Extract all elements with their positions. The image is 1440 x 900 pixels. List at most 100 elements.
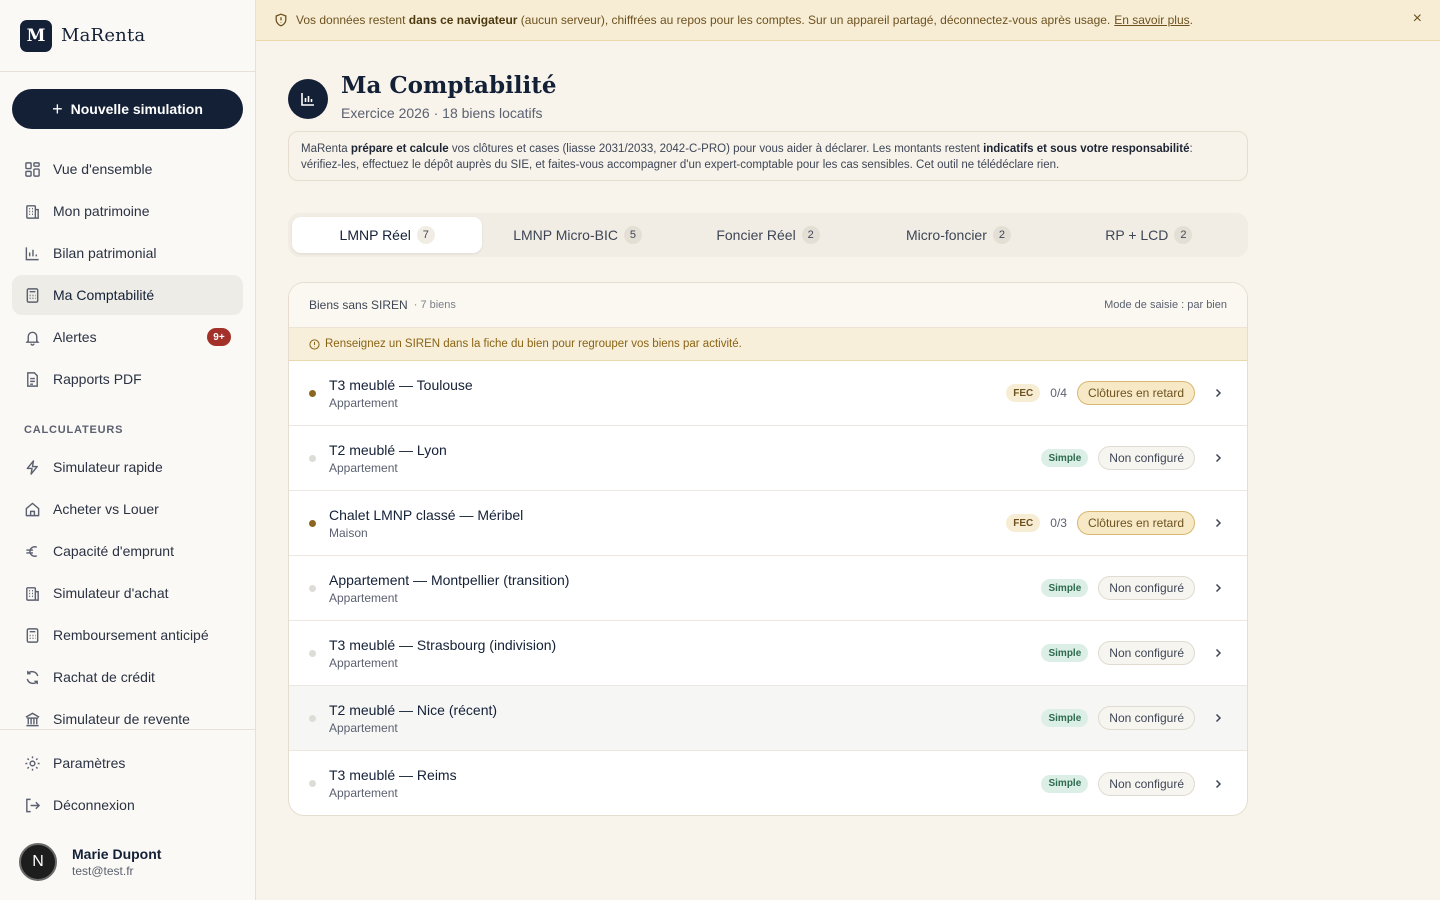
sidebar-item-label: Simulateur de revente [53,711,190,727]
close-icon[interactable]: × [1413,10,1422,28]
closing-progress: 0/3 [1050,516,1067,530]
sidebar-item-comptabilite[interactable]: Ma Comptabilité [12,275,243,315]
property-row[interactable]: Appartement — Montpellier (transition) Ap… [289,556,1247,621]
status-badge: Non configuré [1098,641,1195,665]
property-meta: Simple Non configuré [1041,641,1227,665]
sidebar-item-rapports[interactable]: Rapports PDF [12,359,243,399]
sidebar-item-bilan[interactable]: Bilan patrimonial [12,233,243,273]
status-badge: Clôtures en retard [1076,381,1195,405]
sidebar-item-parametres[interactable]: Paramètres [12,743,244,783]
tab-lmnp-micro-bic[interactable]: LMNP Micro-BIC 5 [482,217,672,253]
banner-text-bold: dans ce navigateur [408,13,518,27]
logout-icon [24,797,41,814]
status-dot [309,454,316,462]
closing-progress: 0/4 [1050,386,1067,400]
sidebar-item-simulateur-rapide[interactable]: Simulateur rapide [12,447,243,487]
property-row[interactable]: T2 meublé — Lyon Appartement Simple Non con… [289,426,1247,491]
learn-more-link[interactable]: En savoir plus [1114,13,1189,27]
property-row[interactable]: T3 meublé — Reims Appartement Simple Non co… [289,751,1247,815]
alerts-count-badge: 9+ [207,328,231,346]
mode-badge: Simple [1041,644,1089,662]
plus-icon: + [52,99,63,119]
property-type: Appartement [329,460,398,475]
building-icon [24,585,41,602]
tab-micro-foncier[interactable]: Micro-foncier 2 [863,217,1053,253]
chevron-right-icon[interactable] [1209,709,1227,727]
sidebar-item-rachat-credit[interactable]: Rachat de crédit [12,657,243,697]
calculators-nav: Simulateur rapide Acheter vs Louer Capac… [12,447,243,729]
calculators-section-label: CALCULATEURS [24,424,124,436]
sidebar-item-acheter-louer[interactable]: Acheter vs Louer [12,489,243,529]
sidebar-item-label: Simulateur rapide [53,459,163,475]
disclaimer-text-1: MaRenta [301,143,351,155]
gear-icon [24,755,41,772]
calculator-icon [24,287,41,304]
mode-badge: Simple [1041,774,1089,793]
new-simulation-button[interactable]: + Nouvelle simulation [12,89,243,129]
status-dot [309,714,316,722]
chevron-right-icon[interactable] [1209,514,1227,532]
document-icon [24,371,41,388]
sidebar-item-label: Acheter vs Louer [53,501,159,517]
new-simulation-label: Nouvelle simulation [70,101,203,117]
group-count: · 7 biens [413,299,456,311]
user-info: Marie Dupont test@test.fr [72,846,161,878]
property-info: T3 meublé — Toulouse Appartement [329,377,1006,410]
property-title: T2 meublé — Lyon [329,441,447,458]
user-profile[interactable]: N Marie Dupont test@test.fr [19,843,161,881]
grid-icon [24,161,41,178]
chevron-right-icon[interactable] [1209,384,1227,402]
bar-chart-icon [24,245,41,262]
sidebar-item-label: Remboursement anticipé [53,627,209,643]
status-dot [309,584,316,592]
tab-count: 2 [1174,226,1193,244]
building-icon [24,203,41,220]
tab-count: 7 [416,226,435,244]
property-row[interactable]: T2 meublé — Nice (récent) Appartement Simp… [289,686,1247,751]
property-title: T3 meublé — Strasbourg (indivision) [329,636,557,653]
status-dot [309,519,316,527]
property-meta: Simple Non configuré [1041,771,1227,796]
sidebar-item-label: Mon patrimoine [53,203,150,219]
mode-badge: FEC [1006,514,1041,532]
sidebar-item-alertes[interactable]: Alertes 9+ [12,317,243,357]
property-title: T3 meublé — Reims [329,767,457,783]
brand[interactable]: M MaRenta [0,0,255,72]
property-type: Appartement [329,655,398,670]
brand-logo: M [20,19,52,52]
property-row[interactable]: Chalet LMNP classé — Méribel Maison FEC 0/3… [289,491,1247,556]
chevron-right-icon[interactable] [1209,775,1227,793]
sidebar-item-overview[interactable]: Vue d'ensemble [12,149,243,189]
mode-badge: Simple [1041,709,1089,727]
status-badge: Non configuré [1098,576,1195,600]
tab-lmnp-reel[interactable]: LMNP Réel 7 [292,217,483,253]
chevron-right-icon[interactable] [1209,449,1227,467]
property-row[interactable]: T3 meublé — Strasbourg (indivision) Appar… [289,621,1247,686]
property-title: T3 meublé — Toulouse [329,376,473,393]
bank-icon [24,711,41,728]
sidebar-item-label: Déconnexion [53,797,135,813]
sidebar-item-capacite-emprunt[interactable]: Capacité d'emprunt [12,531,243,571]
bell-icon [24,329,41,346]
chevron-right-icon[interactable] [1209,644,1227,662]
property-row[interactable]: T3 meublé — Toulouse Appartement FEC 0/4 Clô… [289,361,1247,426]
sidebar-item-simulateur-achat[interactable]: Simulateur d'achat [12,573,243,613]
sidebar-item-patrimoine[interactable]: Mon patrimoine [12,191,243,231]
refresh-icon [24,669,41,686]
sidebar-item-label: Rapports PDF [53,371,142,387]
sidebar-item-label: Rachat de crédit [53,669,155,685]
sidebar-item-simulateur-revente[interactable]: Simulateur de revente [12,699,243,729]
property-title: Appartement — Montpellier (transition) [329,571,570,588]
sidebar-item-deconnexion[interactable]: Déconnexion [12,785,244,825]
sidebar-item-label: Bilan patrimonial [53,245,157,261]
tab-foncier-reel[interactable]: Foncier Réel 2 [673,217,863,253]
tab-rp-lcd[interactable]: RP + LCD 2 [1054,217,1244,253]
chevron-right-icon[interactable] [1209,579,1227,597]
property-meta: FEC 0/4 Clôtures en retard [1006,381,1227,405]
sidebar-item-remboursement[interactable]: Remboursement anticipé [12,615,243,655]
property-type: Appartement [329,590,398,605]
status-badge: Non configuré [1098,706,1195,730]
shield-icon [274,13,288,27]
avatar: N [19,843,57,881]
property-meta: Simple Non configuré [1041,576,1227,600]
